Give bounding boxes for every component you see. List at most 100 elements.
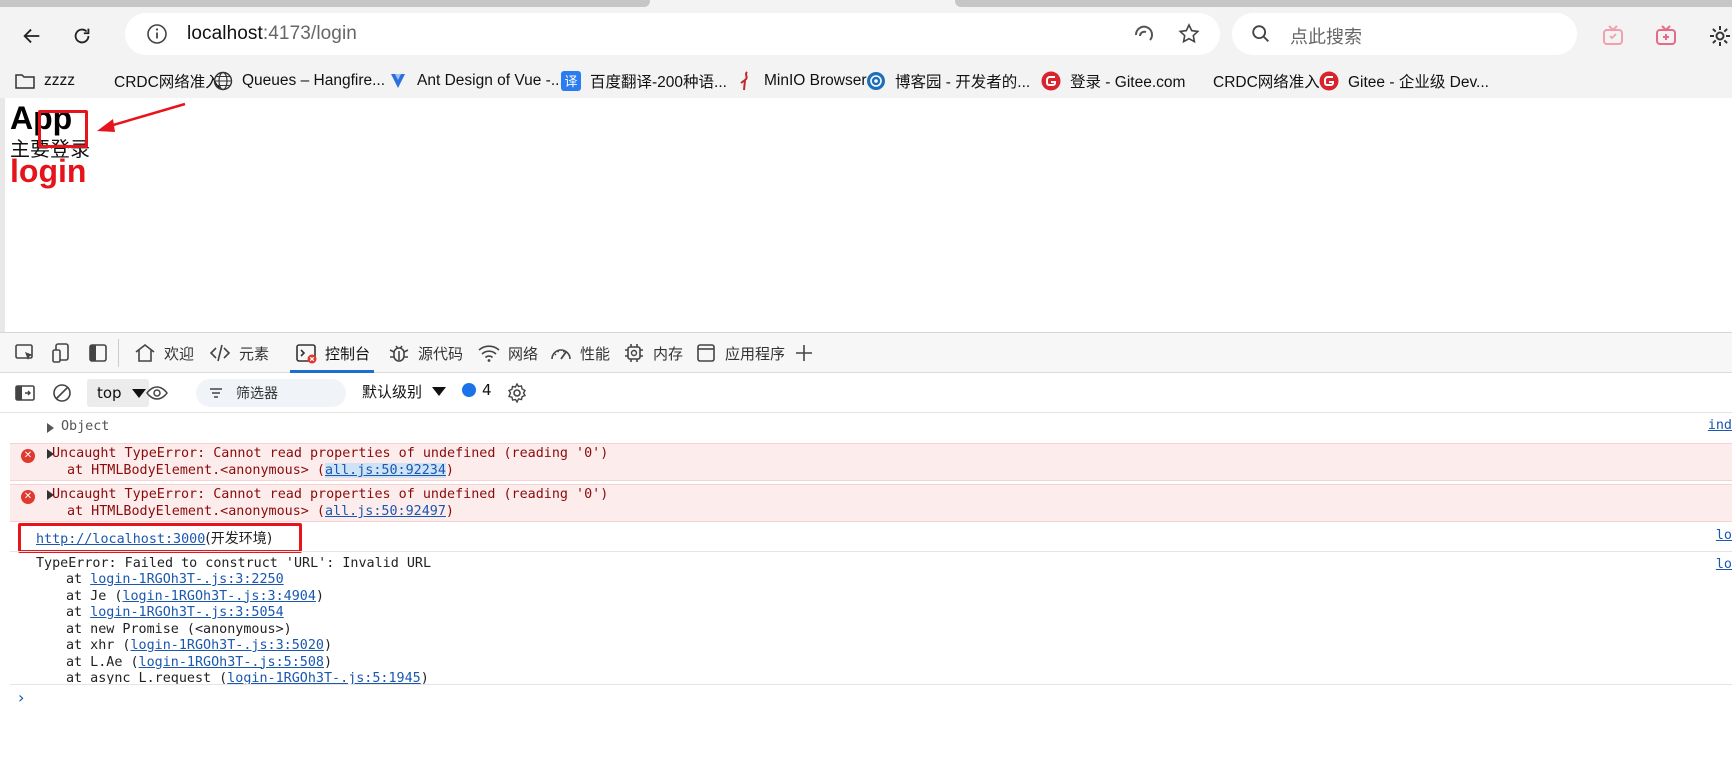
search-box[interactable]: 点此搜索 <box>1232 13 1577 55</box>
console-settings-gear-icon[interactable] <box>505 381 529 405</box>
source-link[interactable]: lo <box>1716 557 1732 572</box>
tab-label: 控制台 <box>325 344 371 363</box>
stack-link[interactable]: login-1RGOh3T-.js:3:5054 <box>90 605 283 620</box>
bookmark-label: 登录 - Gitee.com <box>1070 74 1186 91</box>
tab-label: 网络 <box>508 344 539 363</box>
row-separator <box>10 551 1732 552</box>
expand-triangle-icon[interactable] <box>47 423 54 433</box>
log-level-dropdown[interactable]: 默认级别 <box>362 381 447 402</box>
inactive-tab-edge[interactable] <box>955 0 1732 7</box>
bookmark-crdc-1[interactable]: CRDC网络准入 <box>84 69 221 93</box>
stack-link[interactable]: login-1RGOh3T-.js:3:5020 <box>131 638 324 653</box>
app-icon <box>697 344 715 362</box>
blank-page-icon <box>1183 70 1205 92</box>
bookmark-gitee-enterprise[interactable]: Gitee - 企业级 Dev... <box>1318 69 1489 93</box>
source-link[interactable]: ind <box>1708 418 1732 433</box>
tab-memory[interactable]: 内存 <box>622 333 683 373</box>
extension-tv-plus-icon[interactable] <box>1654 24 1678 48</box>
reload-button[interactable] <box>62 16 102 56</box>
search-icon <box>1252 25 1269 42</box>
bookmark-baidu-fanyi[interactable]: 译 百度翻译-200种语... <box>560 69 727 93</box>
url-text[interactable]: localhost:4173/login <box>187 23 357 45</box>
stack-line: at login-1RGOh3T-.js:3:5054 <box>66 605 284 620</box>
console-typeerror-row[interactable]: TypeError: Failed to construct 'URL': In… <box>10 553 1732 686</box>
console-error-row[interactable]: ✕ Uncaught TypeError: Cannot read proper… <box>10 484 1732 522</box>
issue-count: 4 <box>482 381 492 399</box>
bookmark-hangfire[interactable]: Queues – Hangfire... <box>212 69 385 93</box>
edge-reading-icon[interactable] <box>1132 22 1156 46</box>
settings-gear-icon[interactable] <box>1708 24 1732 48</box>
error-message: Uncaught TypeError: Cannot read properti… <box>52 446 609 461</box>
home-icon <box>135 343 155 362</box>
tab-console[interactable]: 控制台 <box>290 333 375 373</box>
inspect-element-icon[interactable] <box>13 341 37 365</box>
issues-counter[interactable]: 4 <box>462 381 492 399</box>
row-separator <box>10 684 1732 685</box>
stack-link[interactable]: login-1RGOh3T-.js:5:508 <box>139 655 324 670</box>
svg-text:译: 译 <box>564 75 577 90</box>
stack-prefix: at Je ( <box>66 588 123 604</box>
show-sidebar-icon[interactable] <box>13 381 37 405</box>
console-toolbar: top 筛选器 默认级别 4 <box>0 373 1732 413</box>
stack-link[interactable]: all.js:50:92234 <box>324 463 446 478</box>
bookmark-antdv[interactable]: Ant Design of Vue -... <box>387 69 564 93</box>
arrow-left-icon <box>23 28 40 44</box>
log-level-label: 默认级别 <box>362 383 423 401</box>
bookmark-cnblogs[interactable]: 博客园 - 开发者的... <box>865 69 1030 93</box>
console-prompt-chevron-icon[interactable]: › <box>18 688 24 707</box>
info-icon[interactable] <box>145 22 169 46</box>
typeerror-message: TypeError: Failed to construct 'URL': In… <box>36 556 432 571</box>
bookmarks-bar: zzzz CRDC网络准入 Queues – Hangfire... Ant D… <box>0 64 1732 98</box>
tab-sources[interactable]: 源代码 <box>387 333 463 373</box>
caret-down-icon <box>432 387 447 396</box>
clear-console-icon[interactable] <box>50 381 74 405</box>
dock-sidebar-icon[interactable] <box>86 341 110 365</box>
stack-link[interactable]: all.js:50:92497 <box>325 504 446 519</box>
tab-network[interactable]: 网络 <box>477 333 538 373</box>
back-button[interactable] <box>12 16 52 56</box>
context-selector[interactable]: top <box>87 379 149 407</box>
active-tab-edge[interactable] <box>0 0 650 7</box>
console-output: Object ind ✕ Uncaught TypeError: Cannot … <box>0 414 1732 779</box>
tab-application[interactable]: 应用程序 <box>694 333 785 373</box>
bookmark-crdc-2[interactable]: CRDC网络准入 <box>1183 69 1320 93</box>
bookmark-gitee-login[interactable]: 登录 - Gitee.com <box>1040 69 1185 93</box>
tab-label: 欢迎 <box>164 344 195 363</box>
tab-performance[interactable]: 性能 <box>549 333 610 373</box>
error-x-icon: ✕ <box>21 490 35 504</box>
stack-link[interactable]: login-1RGOh3T-.js:3:4904 <box>122 589 315 604</box>
tab-welcome[interactable]: 欢迎 <box>133 333 194 373</box>
folder-icon <box>14 70 36 92</box>
device-emulation-icon[interactable] <box>50 341 74 365</box>
url-host: localhost <box>187 23 263 44</box>
login-heading: login <box>10 153 87 189</box>
extension-tv-icon[interactable] <box>1601 24 1625 48</box>
source-link[interactable]: lo <box>1716 528 1732 543</box>
address-bar[interactable]: localhost:4173/login <box>125 13 1220 55</box>
bookmark-zzzz[interactable]: zzzz <box>14 69 75 93</box>
stack-suffix: ) <box>324 654 333 670</box>
bookmark-minio[interactable]: MinIO Browser <box>734 69 867 93</box>
add-tab-plus-icon[interactable] <box>792 341 816 365</box>
globe-icon <box>212 70 234 92</box>
bookmark-label: Ant Design of Vue -... <box>417 72 564 89</box>
star-icon[interactable] <box>1177 22 1201 46</box>
error-message: Uncaught TypeError: Cannot read properti… <box>52 487 609 502</box>
tabbar-divider <box>118 339 119 367</box>
stack-prefix: at HTMLBodyElement.<anonymous> ( <box>67 463 325 478</box>
tab-elements[interactable]: 元素 <box>208 333 269 373</box>
tab-label: 源代码 <box>418 344 464 363</box>
stack-prefix: at xhr ( <box>66 638 131 653</box>
bookmark-label: zzzz <box>44 72 75 89</box>
caret-down-icon <box>131 388 146 398</box>
filter-input[interactable]: 筛选器 <box>196 379 346 407</box>
stack-link[interactable]: login-1RGOh3T-.js:3:2250 <box>90 572 283 587</box>
console-error-row[interactable]: ✕ Uncaught TypeError: Cannot read proper… <box>10 443 1732 481</box>
stack-suffix: ) <box>315 588 324 604</box>
issue-bubble-icon <box>462 383 476 397</box>
page-viewport: App 主要登录 login <box>0 98 1732 332</box>
console-object-row[interactable]: Object ind <box>10 414 1732 442</box>
console-icon <box>296 344 317 364</box>
live-expression-eye-icon[interactable] <box>145 381 169 405</box>
stack-line: at L.Ae (login-1RGOh3T-.js:5:508) <box>66 655 332 670</box>
